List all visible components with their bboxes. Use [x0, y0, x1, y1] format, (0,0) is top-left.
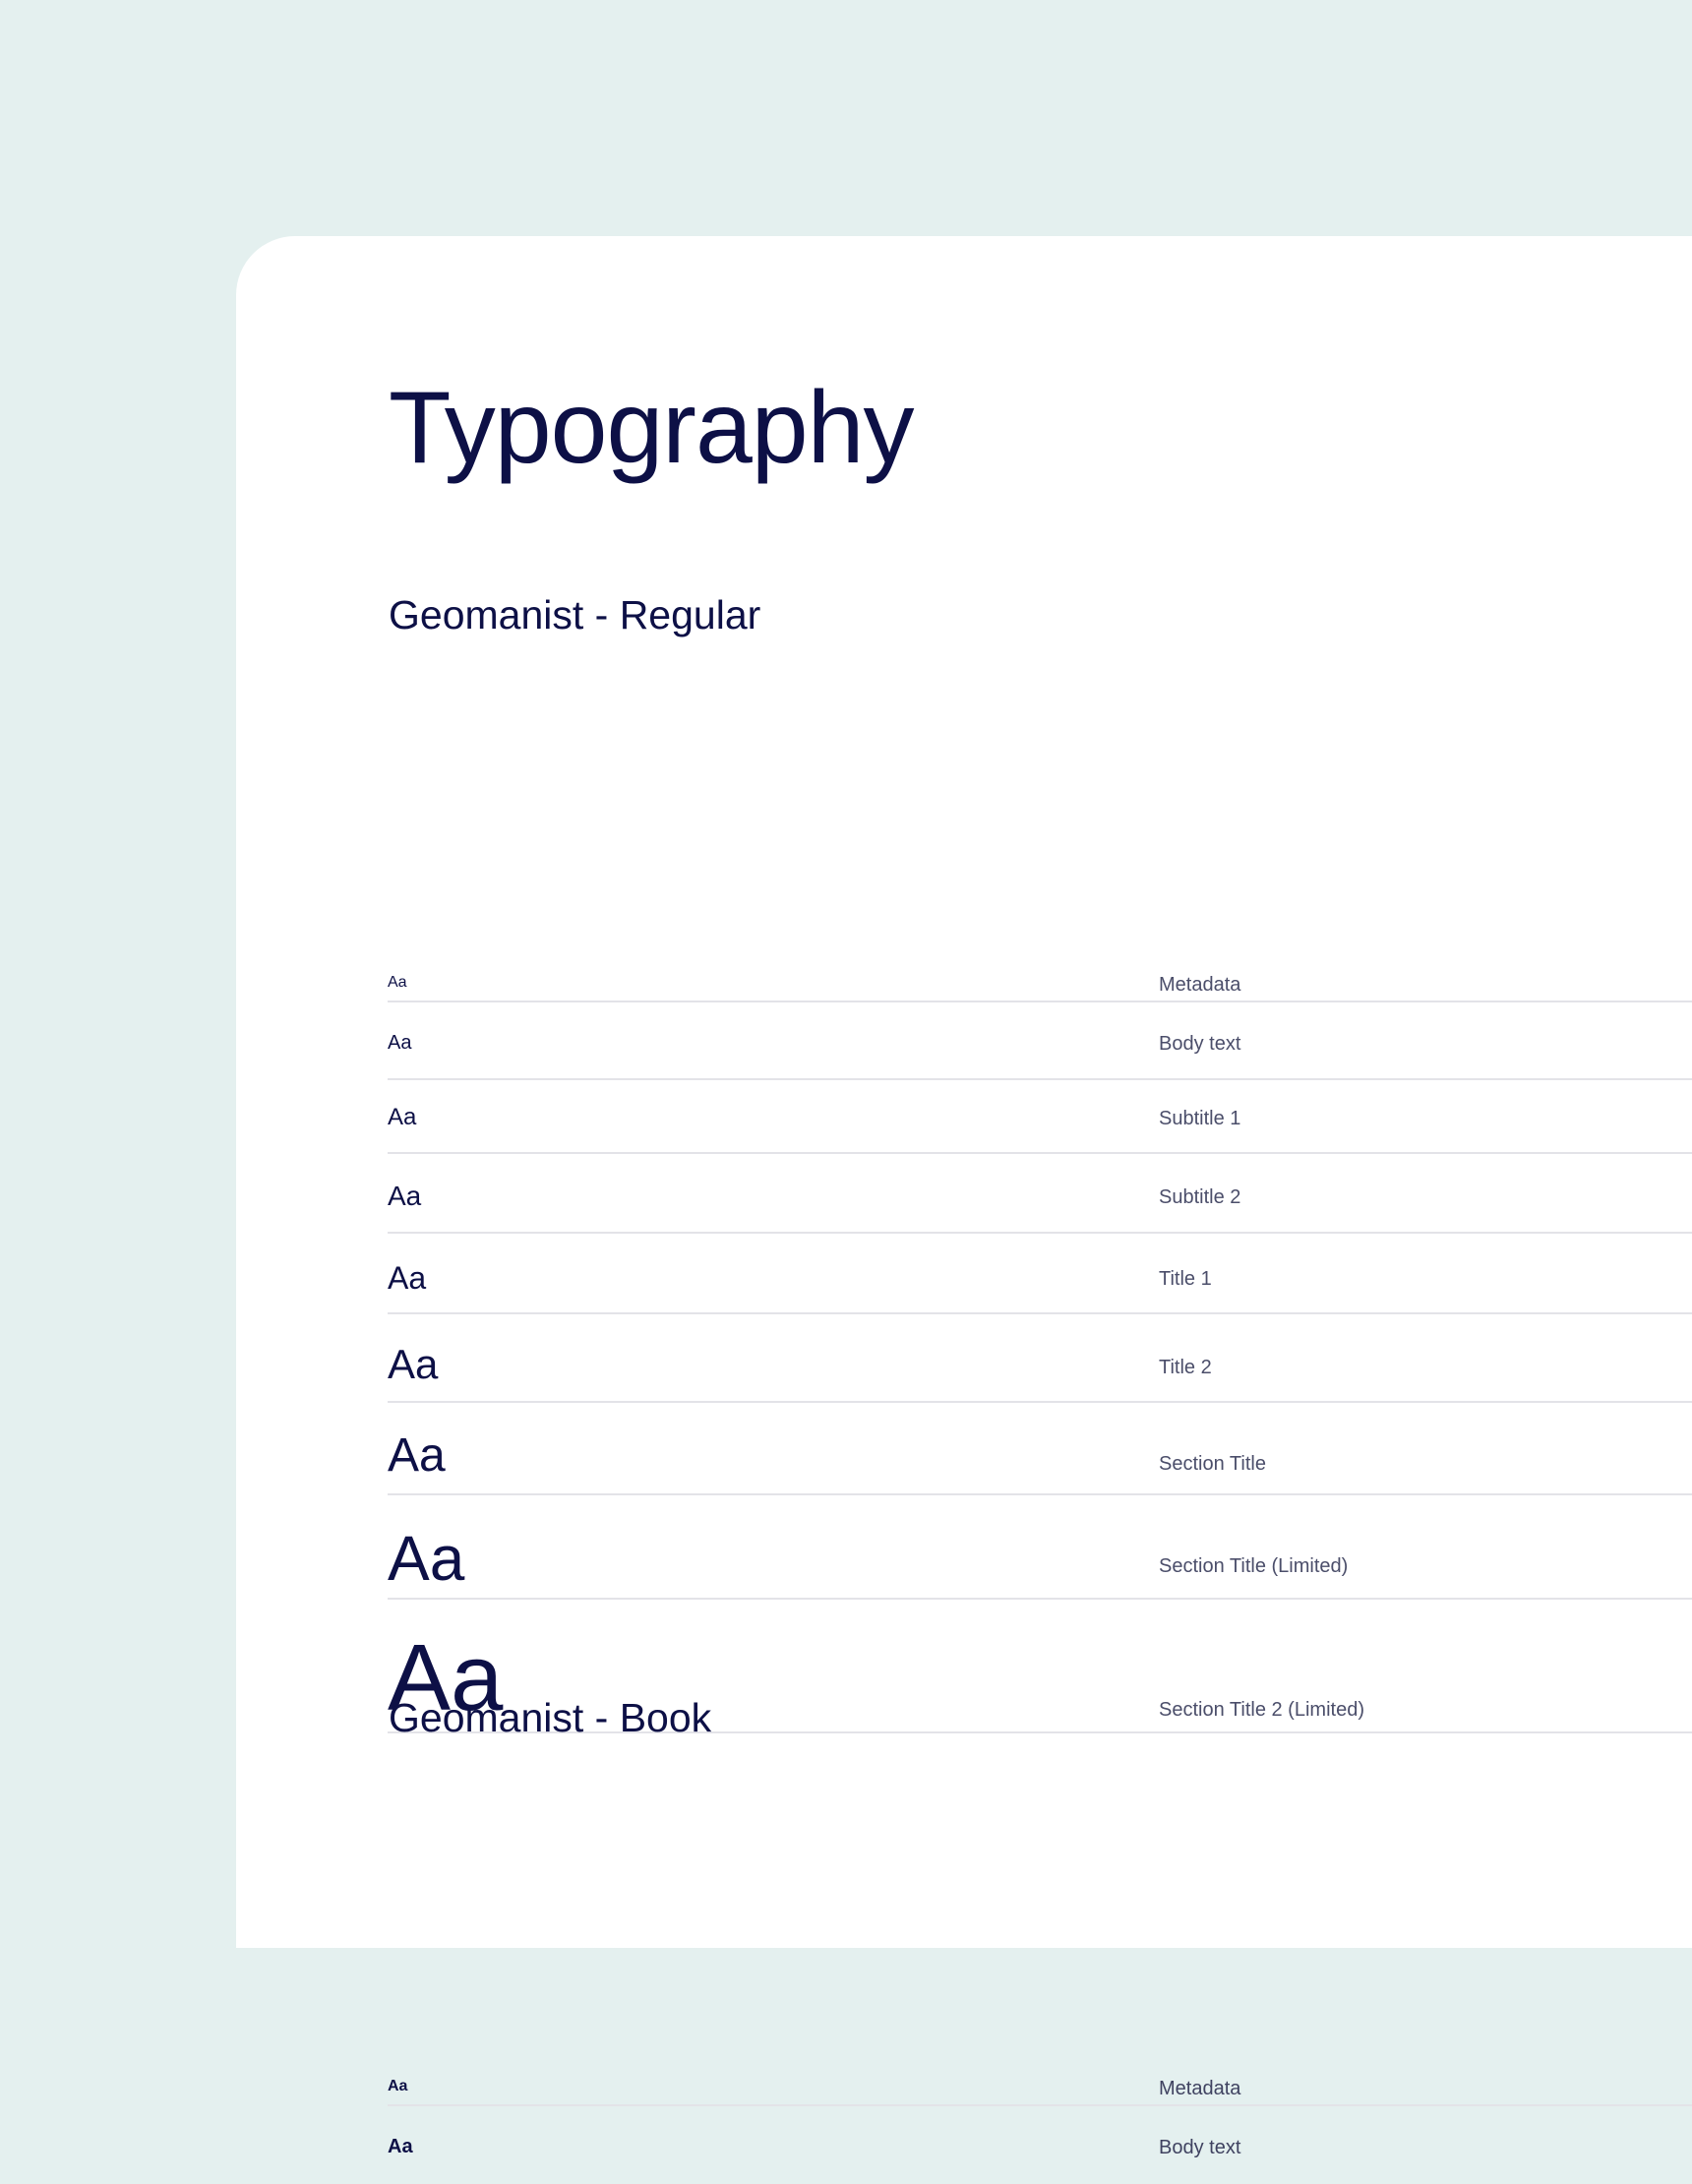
type-sample: Aa [388, 1032, 412, 1054]
type-row-title-2: Aa Title 2 [388, 1314, 1692, 1403]
type-row-metadata: Aa Metadata [388, 2029, 1692, 2106]
type-sample: Aa [388, 1181, 422, 1211]
type-label: Title 2 [1159, 1357, 1212, 1378]
type-label: Body text [1159, 2137, 1241, 2158]
type-row-metadata: Aa Metadata [388, 925, 1692, 1002]
type-row-body-text: Aa Body text [388, 2106, 1692, 2184]
typography-card: Typography Geomanist - Regular Aa Metada… [236, 236, 1692, 2157]
type-label: Metadata [1159, 974, 1241, 996]
type-label: Section Title [1159, 1453, 1266, 1475]
type-row-subtitle-2: Aa Subtitle 2 [388, 1154, 1692, 1234]
section-title-regular: Geomanist - Regular [389, 592, 761, 637]
type-sample: Aa [388, 1104, 417, 1130]
type-row-title-1: Aa Title 1 [388, 1234, 1692, 1314]
type-scale-regular: Aa Metadata Aa Body text Aa Subtitle 1 A… [388, 925, 1692, 1733]
type-sample: Aa [388, 1523, 465, 1594]
type-row-subtitle-1: Aa Subtitle 1 [388, 1080, 1692, 1154]
type-sample: Aa [388, 1429, 446, 1482]
section-title-book: Geomanist - Book [389, 1695, 712, 1740]
type-row-body-text: Aa Body text [388, 1002, 1692, 1080]
type-sample: Aa [388, 2136, 413, 2157]
type-sample: Aa [388, 974, 407, 991]
type-label: Subtitle 2 [1159, 1186, 1241, 1208]
type-label: Section Title 2 (Limited) [1159, 1699, 1364, 1721]
type-sample: Aa [388, 2078, 408, 2094]
type-label: Metadata [1159, 2078, 1241, 2099]
type-label: Title 1 [1159, 1268, 1212, 1290]
type-label: Section Title (Limited) [1159, 1555, 1349, 1577]
type-sample: Aa [388, 1260, 427, 1296]
type-row-section-title-limited: Aa Section Title (Limited) [388, 1495, 1692, 1600]
type-scale-book: Aa Metadata Aa Body text [388, 2029, 1692, 2184]
type-label: Body text [1159, 1033, 1241, 1055]
type-sample: Aa [388, 1341, 439, 1387]
type-row-section-title: Aa Section Title [388, 1403, 1692, 1495]
page-title: Typography [389, 371, 914, 485]
type-label: Subtitle 1 [1159, 1108, 1241, 1129]
